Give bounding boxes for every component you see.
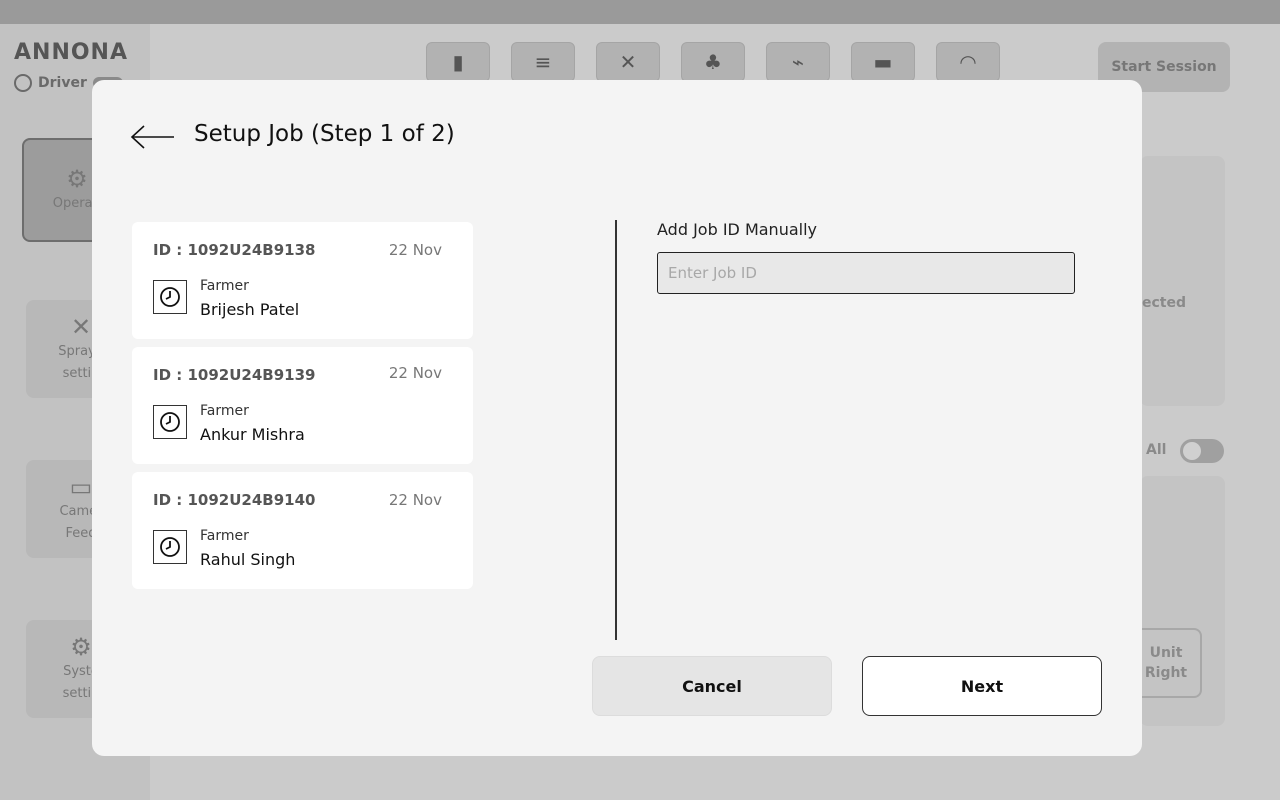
brand-logo: ANNONA	[14, 40, 128, 65]
gps-status-icon: ⌁	[766, 42, 830, 82]
boom-status-icon: ≡	[511, 42, 575, 82]
background-status-text: ected	[1142, 295, 1187, 311]
driver-label: Driver	[38, 75, 87, 91]
gear-icon: ⚙	[70, 633, 92, 661]
background-panel	[1140, 156, 1225, 406]
job-card[interactable]: ID : 1092U24B9139 22 Nov Farmer Ankur Mi…	[132, 347, 473, 464]
farmer-label: Farmer	[200, 528, 249, 544]
unit-right-label: Unit Right	[1144, 645, 1188, 681]
back-button[interactable]	[130, 124, 176, 150]
farmer-label: Farmer	[200, 403, 249, 419]
vertical-divider	[615, 220, 617, 640]
job-card[interactable]: ID : 1092U24B9140 22 Nov Farmer Rahul Si…	[132, 472, 473, 589]
job-id: ID : 1092U24B9139	[153, 366, 316, 384]
background-all-toggle	[1180, 439, 1224, 463]
clock-icon	[153, 280, 187, 314]
farmer-name: Brijesh Patel	[200, 300, 300, 319]
cancel-button[interactable]: Cancel	[592, 656, 832, 716]
top-strip	[0, 0, 1280, 24]
clock-icon	[153, 405, 187, 439]
job-id-input[interactable]	[657, 252, 1075, 294]
farmer-label: Farmer	[200, 278, 249, 294]
tank-status-icon: ▮	[426, 42, 490, 82]
nozzle-status-icon: ✕	[596, 42, 660, 82]
sliders-icon: ⚙	[66, 165, 88, 193]
setup-job-modal: Setup Job (Step 1 of 2) ID : 1092U24B913…	[92, 80, 1142, 756]
job-id: ID : 1092U24B9140	[153, 491, 316, 509]
job-id: ID : 1092U24B9138	[153, 241, 316, 259]
next-button[interactable]: Next	[862, 656, 1102, 716]
steering-wheel-icon	[14, 74, 32, 92]
job-list: ID : 1092U24B9138 22 Nov Farmer Brijesh …	[132, 222, 473, 597]
sprayer-icon: ✕	[70, 313, 92, 341]
farmer-name: Rahul Singh	[200, 550, 296, 569]
crop-status-icon: ♣	[681, 42, 745, 82]
battery-status-icon: ▬	[851, 42, 915, 82]
clock-icon	[153, 530, 187, 564]
modal-title: Setup Job (Step 1 of 2)	[194, 121, 455, 147]
arrow-left-icon	[130, 125, 174, 149]
job-date: 22 Nov	[388, 241, 442, 259]
job-date: 22 Nov	[388, 491, 442, 509]
farmer-name: Ankur Mishra	[200, 425, 305, 444]
job-date: 22 Nov	[388, 364, 442, 382]
job-card[interactable]: ID : 1092U24B9138 22 Nov Farmer Brijesh …	[132, 222, 473, 339]
background-all-label: All	[1146, 442, 1167, 458]
camera-icon: ▭	[69, 473, 93, 501]
wifi-status-icon: ◠	[936, 42, 1000, 82]
manual-job-id-label: Add Job ID Manually	[657, 220, 817, 239]
